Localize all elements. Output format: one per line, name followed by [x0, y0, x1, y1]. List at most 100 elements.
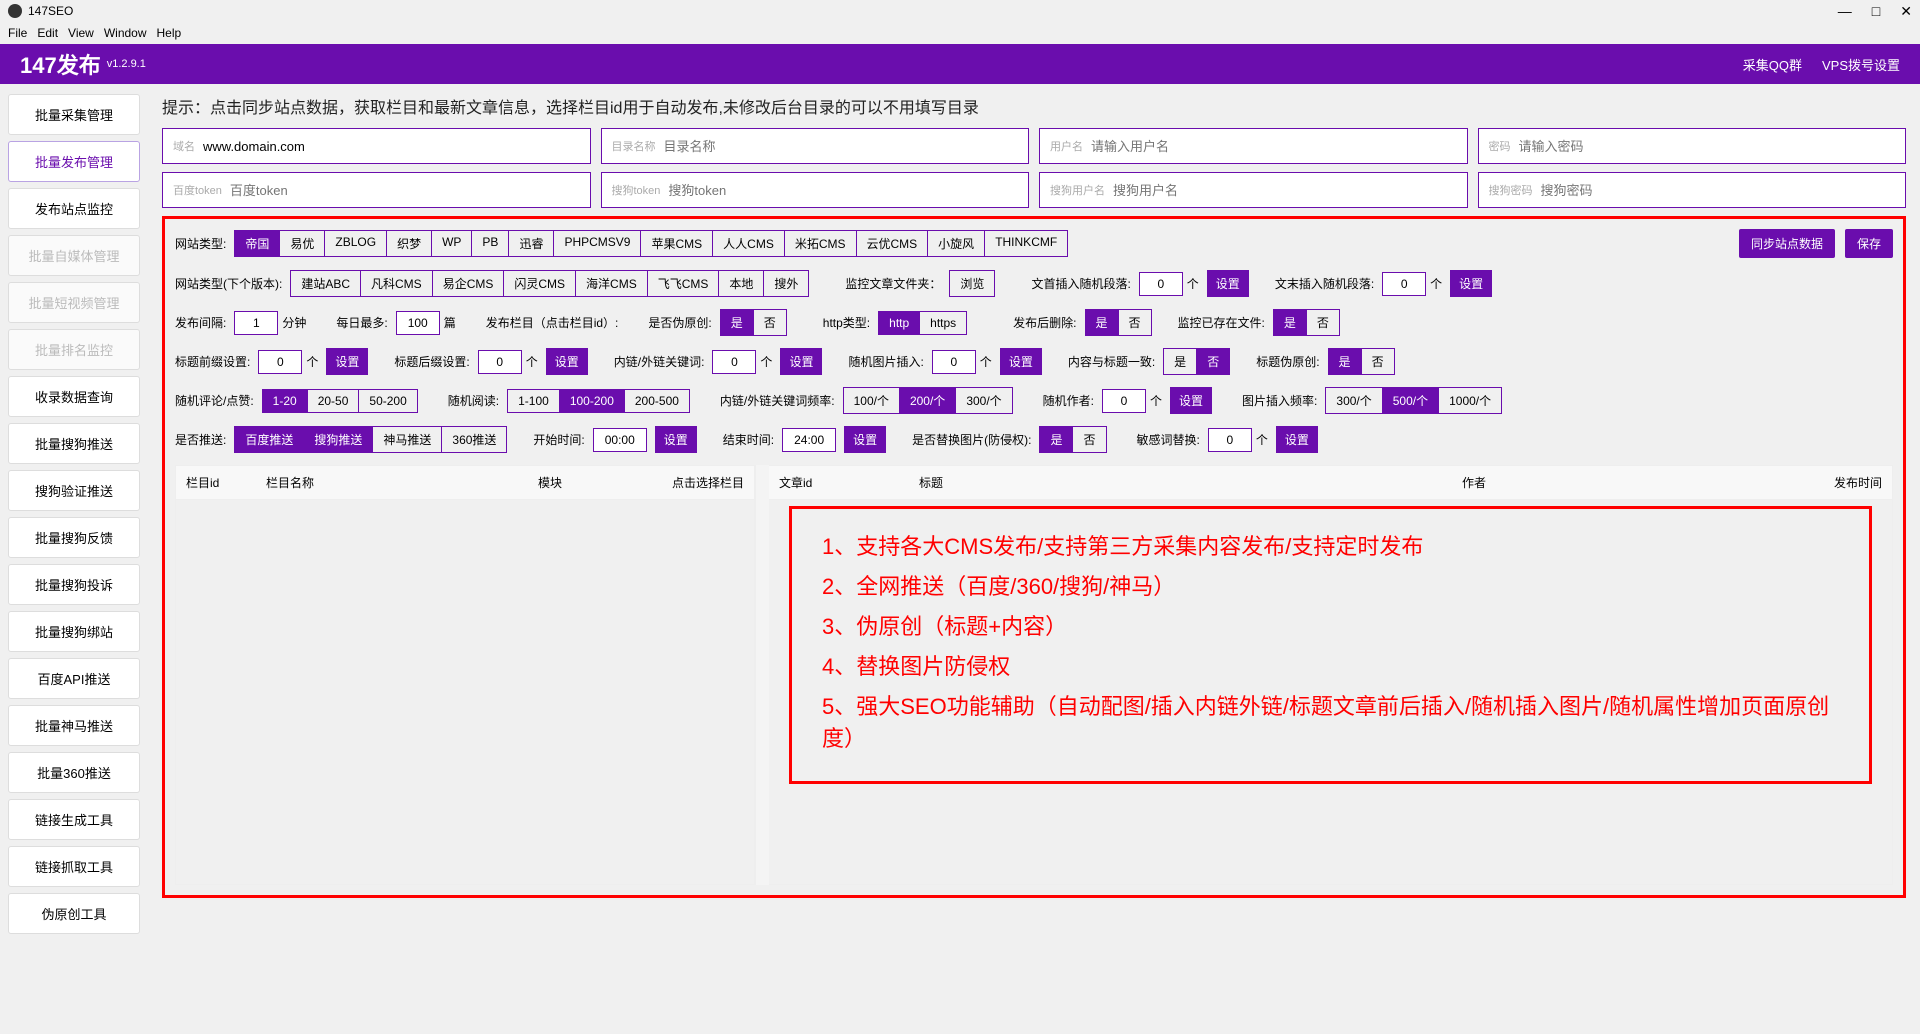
- monitor-exist-no[interactable]: 否: [1306, 309, 1340, 336]
- title-suffix-input[interactable]: [478, 350, 522, 374]
- pushOpts-opt-2[interactable]: 神马推送: [372, 426, 441, 453]
- para-end-input[interactable]: [1382, 272, 1426, 296]
- th-pub-time[interactable]: 发布时间: [1792, 466, 1892, 499]
- sidebar-item-11[interactable]: 批量搜狗绑站: [8, 611, 140, 652]
- randReadOpts-opt-0[interactable]: 1-100: [507, 389, 559, 413]
- para-end-set[interactable]: 设置: [1450, 270, 1492, 297]
- close-button[interactable]: ✕: [1900, 3, 1912, 20]
- end-time-input[interactable]: [782, 428, 836, 452]
- sidebar-item-8[interactable]: 搜狗验证推送: [8, 470, 140, 511]
- linkFreqOpts-opt-2[interactable]: 300/个: [955, 387, 1012, 414]
- imgFreqOpts-opt-0[interactable]: 300/个: [1325, 387, 1381, 414]
- siteTypes-opt-13[interactable]: THINKCMF: [984, 230, 1068, 257]
- end-time-set[interactable]: 设置: [844, 426, 886, 453]
- input-form-row-1-3[interactable]: [1519, 139, 1896, 154]
- rand-img-set[interactable]: 设置: [1000, 348, 1042, 375]
- browse-button[interactable]: 浏览: [949, 270, 995, 297]
- title-prefix-input[interactable]: [258, 350, 302, 374]
- sidebar-item-1[interactable]: 批量发布管理: [8, 141, 140, 182]
- link-kw-input[interactable]: [712, 350, 756, 374]
- fake-orig-no[interactable]: 否: [753, 309, 787, 336]
- sens-word-input[interactable]: [1208, 428, 1252, 452]
- sidebar-item-12[interactable]: 百度API推送: [8, 658, 140, 699]
- title-fake-yes[interactable]: 是: [1328, 348, 1361, 375]
- httpOpts-opt-1[interactable]: https: [919, 311, 967, 335]
- linkFreqOpts-opt-1[interactable]: 200/个: [899, 387, 955, 414]
- input-form-row-2-2[interactable]: [1113, 183, 1457, 198]
- th-col-id[interactable]: 栏目id: [176, 466, 256, 499]
- fake-orig-yes[interactable]: 是: [720, 309, 753, 336]
- siteTypes-opt-9[interactable]: 人人CMS: [712, 230, 784, 257]
- siteTypes-opt-10[interactable]: 米拓CMS: [784, 230, 856, 257]
- sidebar-item-7[interactable]: 批量搜狗推送: [8, 423, 140, 464]
- siteTypes-opt-8[interactable]: 苹果CMS: [640, 230, 712, 257]
- monitor-exist-yes[interactable]: 是: [1273, 309, 1306, 336]
- sidebar-item-6[interactable]: 收录数据查询: [8, 376, 140, 417]
- randReadOpts-opt-2[interactable]: 200-500: [624, 389, 690, 413]
- del-after-yes[interactable]: 是: [1085, 309, 1118, 336]
- sidebar-item-10[interactable]: 批量搜狗投诉: [8, 564, 140, 605]
- siteTypeNext-opt-1[interactable]: 凡科CMS: [360, 270, 432, 297]
- imgFreqOpts-opt-1[interactable]: 500/个: [1382, 387, 1438, 414]
- title-fake-no[interactable]: 否: [1361, 348, 1395, 375]
- header-link-qq[interactable]: 采集QQ群: [1743, 55, 1802, 74]
- rand-author-input[interactable]: [1102, 389, 1146, 413]
- siteTypes-opt-6[interactable]: 迅睿: [508, 230, 553, 257]
- siteTypes-opt-0[interactable]: 帝国: [234, 230, 279, 257]
- content-title-yes[interactable]: 是: [1163, 348, 1196, 375]
- input-form-row-1-1[interactable]: [664, 139, 1019, 154]
- siteTypes-opt-7[interactable]: PHPCMSV9: [553, 230, 640, 257]
- menu-view[interactable]: View: [68, 26, 94, 40]
- httpOpts-opt-0[interactable]: http: [878, 311, 919, 335]
- randCommentOpts-opt-1[interactable]: 20-50: [307, 389, 359, 413]
- input-form-row-2-1[interactable]: [668, 183, 1018, 198]
- del-after-no[interactable]: 否: [1118, 309, 1152, 336]
- menu-file[interactable]: File: [8, 26, 27, 40]
- interval-input[interactable]: [234, 311, 278, 335]
- input-form-row-2-0[interactable]: [230, 183, 580, 198]
- th-title[interactable]: 标题: [909, 466, 1452, 499]
- siteTypeNext-opt-7[interactable]: 搜外: [763, 270, 809, 297]
- rand-author-set[interactable]: 设置: [1170, 387, 1212, 414]
- input-form-row-1-0[interactable]: [203, 139, 580, 154]
- linkFreqOpts-opt-0[interactable]: 100/个: [843, 387, 899, 414]
- sidebar-item-17[interactable]: 伪原创工具: [8, 893, 140, 934]
- siteTypeNext-opt-3[interactable]: 闪灵CMS: [503, 270, 575, 297]
- scrollbar[interactable]: [755, 465, 769, 885]
- sens-word-set[interactable]: 设置: [1276, 426, 1318, 453]
- siteTypes-opt-11[interactable]: 云优CMS: [856, 230, 928, 257]
- th-select-col[interactable]: 点击选择栏目: [654, 466, 754, 499]
- siteTypeNext-opt-4[interactable]: 海洋CMS: [575, 270, 647, 297]
- pushOpts-opt-1[interactable]: 搜狗推送: [303, 426, 372, 453]
- replace-img-no[interactable]: 否: [1072, 426, 1106, 453]
- sidebar-item-16[interactable]: 链接抓取工具: [8, 846, 140, 887]
- link-kw-set[interactable]: 设置: [780, 348, 822, 375]
- siteTypes-opt-1[interactable]: 易优: [279, 230, 324, 257]
- minimize-button[interactable]: —: [1838, 3, 1852, 20]
- replace-img-yes[interactable]: 是: [1039, 426, 1072, 453]
- sidebar-item-14[interactable]: 批量360推送: [8, 752, 140, 793]
- sidebar-item-13[interactable]: 批量神马推送: [8, 705, 140, 746]
- sidebar-item-0[interactable]: 批量采集管理: [8, 94, 140, 135]
- th-module[interactable]: 模块: [446, 466, 654, 499]
- siteTypeNext-opt-0[interactable]: 建站ABC: [290, 270, 360, 297]
- siteTypeNext-opt-5[interactable]: 飞飞CMS: [647, 270, 719, 297]
- siteTypes-opt-12[interactable]: 小旋风: [927, 230, 984, 257]
- input-form-row-1-2[interactable]: [1091, 139, 1457, 154]
- title-prefix-set[interactable]: 设置: [326, 348, 368, 375]
- sidebar-item-15[interactable]: 链接生成工具: [8, 799, 140, 840]
- menu-window[interactable]: Window: [104, 26, 147, 40]
- rand-img-input[interactable]: [932, 350, 976, 374]
- sidebar-item-9[interactable]: 批量搜狗反馈: [8, 517, 140, 558]
- siteTypes-opt-4[interactable]: WP: [431, 230, 471, 257]
- maximize-button[interactable]: □: [1872, 3, 1880, 20]
- daily-max-input[interactable]: [396, 311, 440, 335]
- content-title-no[interactable]: 否: [1196, 348, 1230, 375]
- pushOpts-opt-0[interactable]: 百度推送: [234, 426, 303, 453]
- th-col-name[interactable]: 栏目名称: [256, 466, 446, 499]
- para-front-set[interactable]: 设置: [1207, 270, 1249, 297]
- randCommentOpts-opt-2[interactable]: 50-200: [358, 389, 417, 413]
- randCommentOpts-opt-0[interactable]: 1-20: [262, 389, 307, 413]
- para-front-input[interactable]: [1139, 272, 1183, 296]
- pushOpts-opt-3[interactable]: 360推送: [441, 426, 507, 453]
